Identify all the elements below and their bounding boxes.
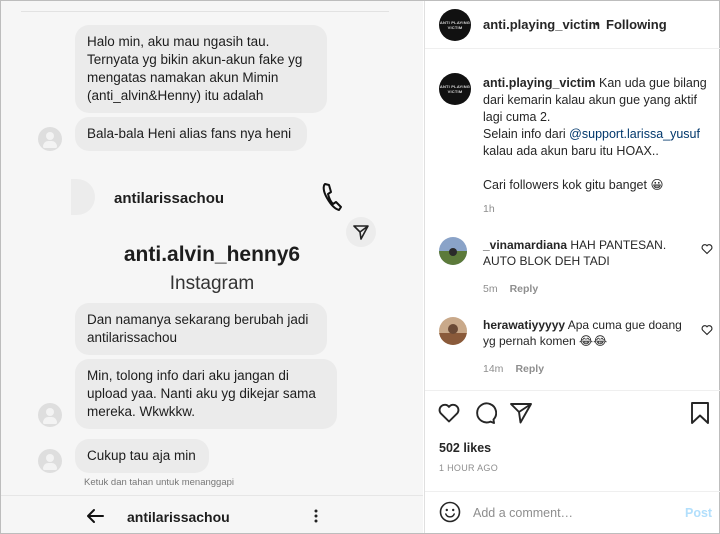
divider <box>425 390 720 391</box>
share-icon[interactable] <box>509 401 533 425</box>
caption-timestamp: 1h <box>483 203 495 215</box>
like-comment-heart-icon[interactable] <box>701 243 713 255</box>
sender-avatar <box>38 449 62 473</box>
sender-avatar <box>38 403 62 427</box>
post-timestamp: 1 HOUR AGO <box>439 463 499 473</box>
caption-text: Selain info dari <box>483 127 570 141</box>
post-header: ANTI PLAYING VICTIM anti.playing_victim … <box>425 1 720 49</box>
reply-hint: Ketuk dan tahan untuk menanggapi <box>84 477 235 488</box>
comment-time: 5m <box>483 283 498 295</box>
shared-profile-avatar <box>71 179 95 215</box>
divider <box>21 11 389 12</box>
post-caption: anti.playing_victim Kan uda gue bilang d… <box>483 75 711 194</box>
back-arrow-icon[interactable] <box>85 508 105 524</box>
message-bubble: Cukup tau aja min <box>75 439 209 473</box>
emoji-icon[interactable] <box>439 501 461 523</box>
shared-profile-username: antilarissachou <box>114 190 225 207</box>
profile-name: anti.alvin_henny6 <box>123 243 301 266</box>
chat-username: antilarissachou <box>127 509 230 525</box>
message-bubble: Min, tolong info dari aku jangan di uplo… <box>75 359 337 429</box>
commenter-avatar[interactable] <box>439 317 467 345</box>
mention-link[interactable]: @support.larissa_yusuf <box>569 127 700 141</box>
reply-button[interactable]: Reply <box>515 363 544 375</box>
phone-icon[interactable] <box>321 181 343 213</box>
post-comment-button[interactable]: Post <box>685 506 712 520</box>
separator-dot: • <box>595 16 600 31</box>
profile-platform: Instagram <box>169 273 255 294</box>
caption-text: Cari followers kok gitu banget 😀 <box>483 178 664 192</box>
comment-meta: 5m Reply <box>483 283 538 295</box>
commenter-avatar[interactable] <box>439 237 467 265</box>
send-icon <box>353 225 369 240</box>
more-options-icon[interactable] <box>313 508 319 524</box>
commenter-username[interactable]: _vinamardiana <box>483 238 567 252</box>
instagram-post-panel: ANTI PLAYING VICTIM anti.playing_victim … <box>424 1 720 533</box>
commenter-username[interactable]: herawatiyyyyy <box>483 318 565 332</box>
comment-1: _vinamardiana HAH PANTESAN. AUTO BLOK DE… <box>483 237 693 269</box>
caption-avatar[interactable]: ANTI PLAYING VICTIM <box>439 73 471 105</box>
heart-icon[interactable] <box>437 401 461 425</box>
account-avatar[interactable]: ANTI PLAYING VICTIM <box>439 9 471 41</box>
add-comment-input[interactable]: Add a comment… <box>473 506 573 520</box>
comment-2: herawatiyyyyy Apa cuma gue doang yg pern… <box>483 317 693 349</box>
bookmark-icon[interactable] <box>688 401 712 425</box>
avatar-logo-text: ANTI PLAYING VICTIM <box>439 20 471 30</box>
reply-button[interactable]: Reply <box>510 283 539 295</box>
caption-text: kalau ada akun baru itu HOAX.. <box>483 144 659 158</box>
likes-count[interactable]: 502 likes <box>439 441 491 455</box>
like-comment-heart-icon[interactable] <box>701 324 713 336</box>
caption-username[interactable]: anti.playing_victim <box>483 76 596 90</box>
comment-meta: 14m Reply <box>483 363 544 375</box>
dm-screenshot-panel: Halo min, aku mau ngasih tau. Ternyata y… <box>1 1 423 533</box>
post-username[interactable]: anti.playing_victim <box>483 17 600 32</box>
message-bubble: Bala-bala Heni alias fans nya heni <box>75 117 307 151</box>
following-button[interactable]: Following <box>606 17 667 32</box>
avatar-logo-text: ANTI PLAYING VICTIM <box>439 84 471 94</box>
comment-icon[interactable] <box>473 401 497 425</box>
message-bubble: Halo min, aku mau ngasih tau. Ternyata y… <box>75 25 327 113</box>
sender-avatar <box>38 127 62 151</box>
message-bubble: Dan namanya sekarang berubah jadi antila… <box>75 303 327 355</box>
comment-time: 14m <box>483 363 504 375</box>
